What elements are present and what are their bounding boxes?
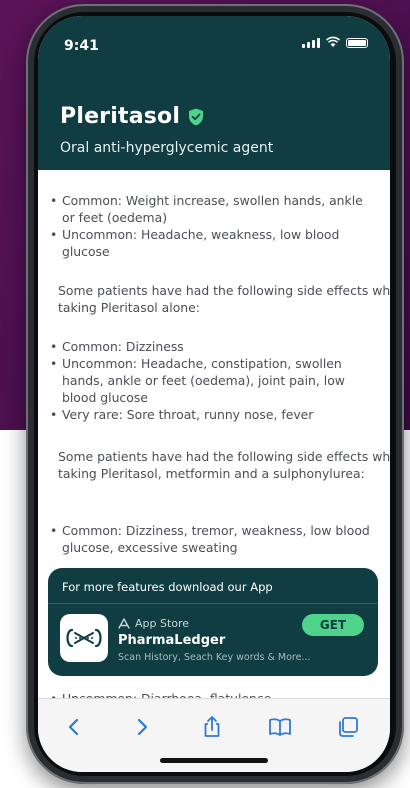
side-effects-list-2: Common: Dizziness Uncommon: Headache, co… xyxy=(38,338,390,423)
list-item: Common: Dizziness xyxy=(38,338,390,355)
app-store-icon xyxy=(118,617,130,629)
get-button[interactable]: GET xyxy=(302,614,364,636)
app-name: PharmaLedger xyxy=(118,633,226,648)
share-icon[interactable] xyxy=(200,715,224,739)
status-icons xyxy=(302,36,368,48)
app-description: Scan History, Seach Key words & More... xyxy=(118,652,311,663)
page-title: Pleritasol xyxy=(60,104,181,129)
bookmarks-icon[interactable] xyxy=(268,715,292,739)
banner-heading: For more features download our App xyxy=(62,580,273,594)
title-row: Pleritasol xyxy=(60,104,204,129)
home-indicator xyxy=(160,758,268,763)
tabs-icon[interactable] xyxy=(336,715,360,739)
status-time: 9:41 xyxy=(64,38,99,54)
back-icon[interactable] xyxy=(62,715,86,739)
app-store-row: App Store xyxy=(118,617,189,630)
wifi-icon xyxy=(325,36,341,47)
app-store-label: App Store xyxy=(135,617,190,630)
verified-shield-icon xyxy=(189,108,204,125)
phone-screen: 9:41 Pleritasol Oral anti-hyperglycemic … xyxy=(38,16,390,772)
banner-divider xyxy=(48,603,378,604)
signal-icon xyxy=(302,38,320,48)
list-item: Very rare: Sore throat, runny nose, feve… xyxy=(38,406,390,423)
app-logo-icon[interactable] xyxy=(60,614,108,662)
list-item: Uncommon: Headache, constipation, swolle… xyxy=(38,355,390,406)
paragraph: Some patients have had the following sid… xyxy=(58,449,390,481)
forward-icon[interactable] xyxy=(130,715,154,739)
app-download-banner[interactable]: For more features download our App App S… xyxy=(48,568,378,676)
list-item: Uncommon: Headache, weakness, low blood … xyxy=(38,226,390,260)
app-header: 9:41 Pleritasol Oral anti-hyperglycemic … xyxy=(38,16,390,170)
paragraph: Some patients have had the following sid… xyxy=(58,283,390,315)
side-effects-list-1: Common: Weight increase, swollen hands, … xyxy=(38,192,390,260)
pharmaledger-logo-icon xyxy=(66,628,102,648)
list-item: Common: Weight increase, swollen hands, … xyxy=(38,192,390,226)
page-subtitle: Oral anti-hyperglycemic agent xyxy=(60,140,274,156)
list-item: Common: Dizziness, tremor, weakness, low… xyxy=(38,522,390,556)
battery-icon xyxy=(346,38,368,48)
side-effects-list-3: Common: Dizziness, tremor, weakness, low… xyxy=(38,522,390,556)
